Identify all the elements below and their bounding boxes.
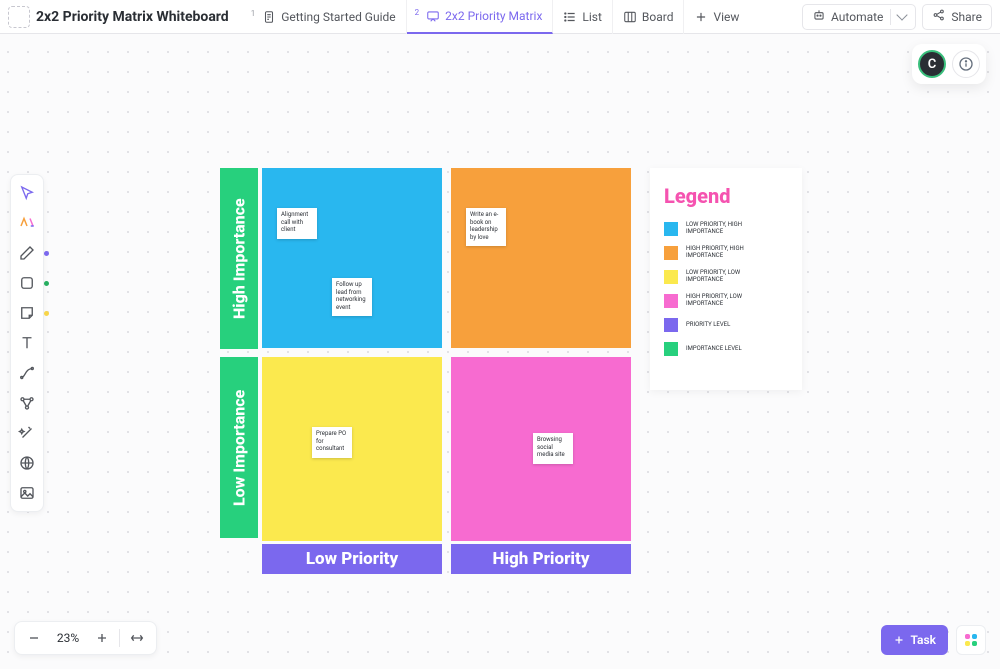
tool-sticky-note[interactable] xyxy=(13,299,41,327)
plus-icon xyxy=(694,10,708,24)
top-bar: 2x2 Priority Matrix Whiteboard 1 Getting… xyxy=(0,0,1000,34)
legend-label: LOW PRIORITY, LOW IMPORTANCE xyxy=(686,270,776,284)
apps-button[interactable] xyxy=(956,625,986,655)
sticky-note[interactable]: Alignment call with client xyxy=(277,208,317,239)
tab-add-view[interactable]: View xyxy=(684,0,749,34)
sticky-note[interactable]: Follow up lead from networking event xyxy=(332,278,372,316)
automate-button[interactable]: Automate xyxy=(802,4,916,30)
legend-item: LOW PRIORITY, LOW IMPORTANCE xyxy=(664,270,788,284)
list-icon xyxy=(563,10,577,24)
zoom-fit-button[interactable] xyxy=(124,625,150,651)
legend-item: PRIORITY LEVEL xyxy=(664,318,788,332)
x-axis-high-priority[interactable]: High Priority xyxy=(451,544,631,574)
tab-badge: 2 xyxy=(415,8,420,17)
x-axis-low-priority[interactable]: Low Priority xyxy=(262,544,442,574)
tab-label: View xyxy=(713,10,739,24)
tab-priority-matrix[interactable]: 2 2x2 Priority Matrix xyxy=(407,0,554,34)
tool-image[interactable] xyxy=(13,479,41,507)
tool-connector[interactable] xyxy=(13,359,41,387)
tool-web[interactable] xyxy=(13,449,41,477)
automate-label: Automate xyxy=(831,10,883,24)
doc-icon xyxy=(8,6,30,28)
whiteboard-icon xyxy=(426,9,440,23)
swatch xyxy=(664,270,678,284)
quadrant-high-priority-high-importance[interactable]: Write an e-book on leadership by love xyxy=(451,168,631,348)
document-icon xyxy=(262,10,276,24)
separator xyxy=(119,629,120,647)
presence-corner: C xyxy=(912,44,986,84)
tab-label: Getting Started Guide xyxy=(281,10,395,24)
legend-label: IMPORTANCE LEVEL xyxy=(686,346,742,353)
legend-item: HIGH PRIORITY, HIGH IMPORTANCE xyxy=(664,246,788,260)
drawing-toolbar xyxy=(10,174,44,512)
y-axis-high-importance[interactable]: High Importance xyxy=(220,168,258,349)
quadrant-low-priority-low-importance[interactable]: Prepare PO for consultant xyxy=(262,357,442,541)
swatch xyxy=(664,342,678,356)
quadrant-high-priority-low-importance[interactable]: Browsing social media site xyxy=(451,357,631,541)
info-button[interactable] xyxy=(952,50,980,78)
tool-ai[interactable] xyxy=(13,419,41,447)
legend-item: IMPORTANCE LEVEL xyxy=(664,342,788,356)
swatch xyxy=(664,222,678,236)
new-task-button[interactable]: Task xyxy=(881,625,949,655)
tool-select[interactable] xyxy=(13,179,41,207)
legend-title: Legend xyxy=(664,184,788,208)
tab-getting-started[interactable]: 1 Getting Started Guide xyxy=(243,0,407,34)
apps-icon xyxy=(965,634,977,646)
legend-card[interactable]: Legend LOW PRIORITY, HIGH IMPORTANCE HIG… xyxy=(650,168,802,390)
chevron-down-icon xyxy=(897,9,908,20)
color-indicator xyxy=(44,311,49,316)
swatch xyxy=(664,318,678,332)
robot-icon xyxy=(812,8,826,25)
tool-generate[interactable] xyxy=(13,209,41,237)
whiteboard-canvas[interactable]: C xyxy=(0,34,1000,669)
legend-label: PRIORITY LEVEL xyxy=(686,322,730,329)
zoom-in-button[interactable] xyxy=(89,625,115,651)
tool-relationship[interactable] xyxy=(13,389,41,417)
sticky-note[interactable]: Prepare PO for consultant xyxy=(312,427,352,458)
zoom-controls: 23% xyxy=(14,621,157,655)
legend-item: HIGH PRIORITY, LOW IMPORTANCE xyxy=(664,294,788,308)
y-axis: High Importance Low Importance xyxy=(220,168,258,538)
legend-label: HIGH PRIORITY, HIGH IMPORTANCE xyxy=(686,246,776,260)
legend-item: LOW PRIORITY, HIGH IMPORTANCE xyxy=(664,222,788,236)
task-button-label: Task xyxy=(911,633,937,647)
legend-label: LOW PRIORITY, HIGH IMPORTANCE xyxy=(686,222,776,236)
color-indicator xyxy=(44,251,49,256)
swatch xyxy=(664,294,678,308)
zoom-out-button[interactable] xyxy=(21,625,47,651)
tool-shape[interactable] xyxy=(13,269,41,297)
share-button[interactable]: Share xyxy=(922,4,992,30)
share-icon xyxy=(932,8,946,25)
color-indicator xyxy=(44,281,49,286)
tab-label: Board xyxy=(642,10,674,24)
sticky-note[interactable]: Browsing social media site xyxy=(533,433,573,464)
tool-pen[interactable] xyxy=(13,239,41,267)
legend-label: HIGH PRIORITY, LOW IMPORTANCE xyxy=(686,294,776,308)
board-icon xyxy=(623,10,637,24)
tab-list[interactable]: List xyxy=(553,0,613,34)
avatar[interactable]: C xyxy=(918,50,946,78)
tab-label: 2x2 Priority Matrix xyxy=(445,9,542,23)
x-axis: Low Priority High Priority xyxy=(262,544,631,574)
bottom-right-actions: Task xyxy=(881,625,987,655)
tool-text[interactable] xyxy=(13,329,41,357)
y-axis-low-importance[interactable]: Low Importance xyxy=(220,357,258,538)
tab-badge: 1 xyxy=(251,9,256,18)
swatch xyxy=(664,246,678,260)
tab-label: List xyxy=(582,10,602,24)
page-title: 2x2 Priority Matrix Whiteboard xyxy=(36,9,229,25)
quadrant-low-priority-high-importance[interactable]: Alignment call with client Follow up lea… xyxy=(262,168,442,348)
sticky-note[interactable]: Write an e-book on leadership by love xyxy=(466,208,506,246)
tab-board[interactable]: Board xyxy=(613,0,685,34)
zoom-level[interactable]: 23% xyxy=(49,631,87,645)
share-label: Share xyxy=(951,10,982,24)
